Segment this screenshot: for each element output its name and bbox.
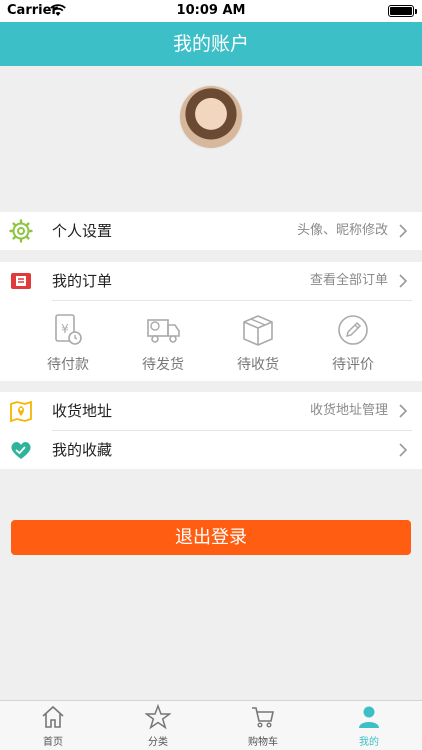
avatar[interactable] (180, 86, 242, 148)
tab-label: 分类 (148, 737, 168, 748)
settings-row[interactable]: 个人设置 头像、昵称修改 (0, 212, 422, 250)
home-icon (42, 705, 64, 728)
delivery-truck-icon (147, 319, 180, 343)
cart-icon (252, 707, 274, 728)
tab-label: 购物车 (248, 737, 278, 748)
tab-home[interactable]: 首页 (0, 704, 106, 750)
order-state-pending-receipt[interactable]: 待收货 (218, 312, 298, 374)
chevron-right-icon (399, 274, 408, 288)
settings-hint: 头像、昵称修改 (296, 223, 388, 238)
address-hint: 收货地址管理 (309, 403, 388, 418)
clock: 10:09 AM (176, 3, 246, 18)
svg-text:¥: ¥ (61, 322, 69, 336)
orders-label: 我的订单 (52, 272, 113, 290)
logout-button[interactable]: 退出登录 (11, 520, 411, 555)
chevron-right-icon (399, 443, 408, 457)
battery-icon (388, 5, 417, 17)
nav-bar: 我的账户 (0, 22, 422, 66)
orders-row[interactable]: 我的订单 查看全部订单 (0, 262, 422, 300)
order-list-icon (11, 273, 31, 289)
wallet-yen-icon: ¥ (55, 314, 82, 345)
user-icon (359, 706, 379, 728)
package-box-icon (243, 315, 273, 346)
settings-label: 个人设置 (52, 222, 113, 240)
edit-pencil-icon (338, 315, 368, 345)
tab-label: 首页 (43, 737, 63, 748)
tab-cart[interactable]: 购物车 (210, 704, 316, 750)
settings-group: 个人设置 头像、昵称修改 (0, 212, 422, 250)
star-icon (145, 704, 171, 730)
chevron-right-icon (399, 404, 408, 418)
tab-category[interactable]: 分类 (105, 704, 211, 750)
order-state-label: 待评价 (332, 357, 374, 373)
address-row[interactable]: 收货地址 收货地址管理 (0, 392, 422, 430)
order-state-label: 待付款 (47, 357, 89, 373)
favorites-row[interactable]: 我的收藏 (0, 431, 422, 469)
heart-icon (11, 442, 31, 459)
status-bar: Carrier 10:09 AM (0, 0, 422, 22)
orders-group: 我的订单 查看全部订单 ¥ 待付款 待发货 待收货 待评价 (0, 262, 422, 381)
profile-header (0, 66, 422, 212)
order-state-label: 待收货 (237, 357, 279, 373)
favorites-label: 我的收藏 (52, 441, 113, 459)
map-pin-icon (10, 400, 32, 423)
orders-hint: 查看全部订单 (309, 273, 388, 288)
gear-icon (9, 219, 33, 243)
address-favorites-group: 收货地址 收货地址管理 我的收藏 (0, 392, 422, 469)
tab-mine[interactable]: 我的 (316, 704, 422, 750)
page-title: 我的账户 (172, 33, 249, 55)
order-state-pending-shipment[interactable]: 待发货 (123, 312, 203, 374)
tab-bar: 首页 分类 购物车 我的 (0, 700, 422, 750)
order-state-pending-payment[interactable]: ¥ 待付款 (28, 312, 108, 374)
address-label: 收货地址 (52, 402, 113, 420)
chevron-right-icon (399, 224, 408, 238)
order-state-pending-review[interactable]: 待评价 (313, 312, 393, 374)
divider (52, 300, 412, 301)
order-state-label: 待发货 (142, 357, 184, 373)
tab-label: 我的 (359, 737, 379, 748)
